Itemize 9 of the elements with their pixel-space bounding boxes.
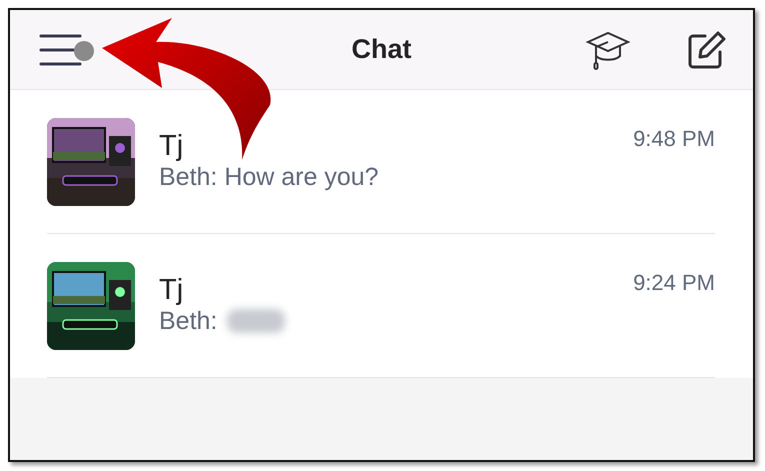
message-time: 9:24 PM xyxy=(633,269,715,297)
compose-icon[interactable] xyxy=(687,30,727,70)
contact-name: Tj xyxy=(159,130,184,162)
contact-name: Tj xyxy=(159,274,184,306)
message-preview: Beth: xyxy=(159,306,218,336)
redacted-text xyxy=(227,309,286,334)
message-preview: Beth: How are you? xyxy=(159,162,379,192)
message-time: 9:48 PM xyxy=(633,125,715,153)
chat-title: Chat xyxy=(352,34,412,64)
